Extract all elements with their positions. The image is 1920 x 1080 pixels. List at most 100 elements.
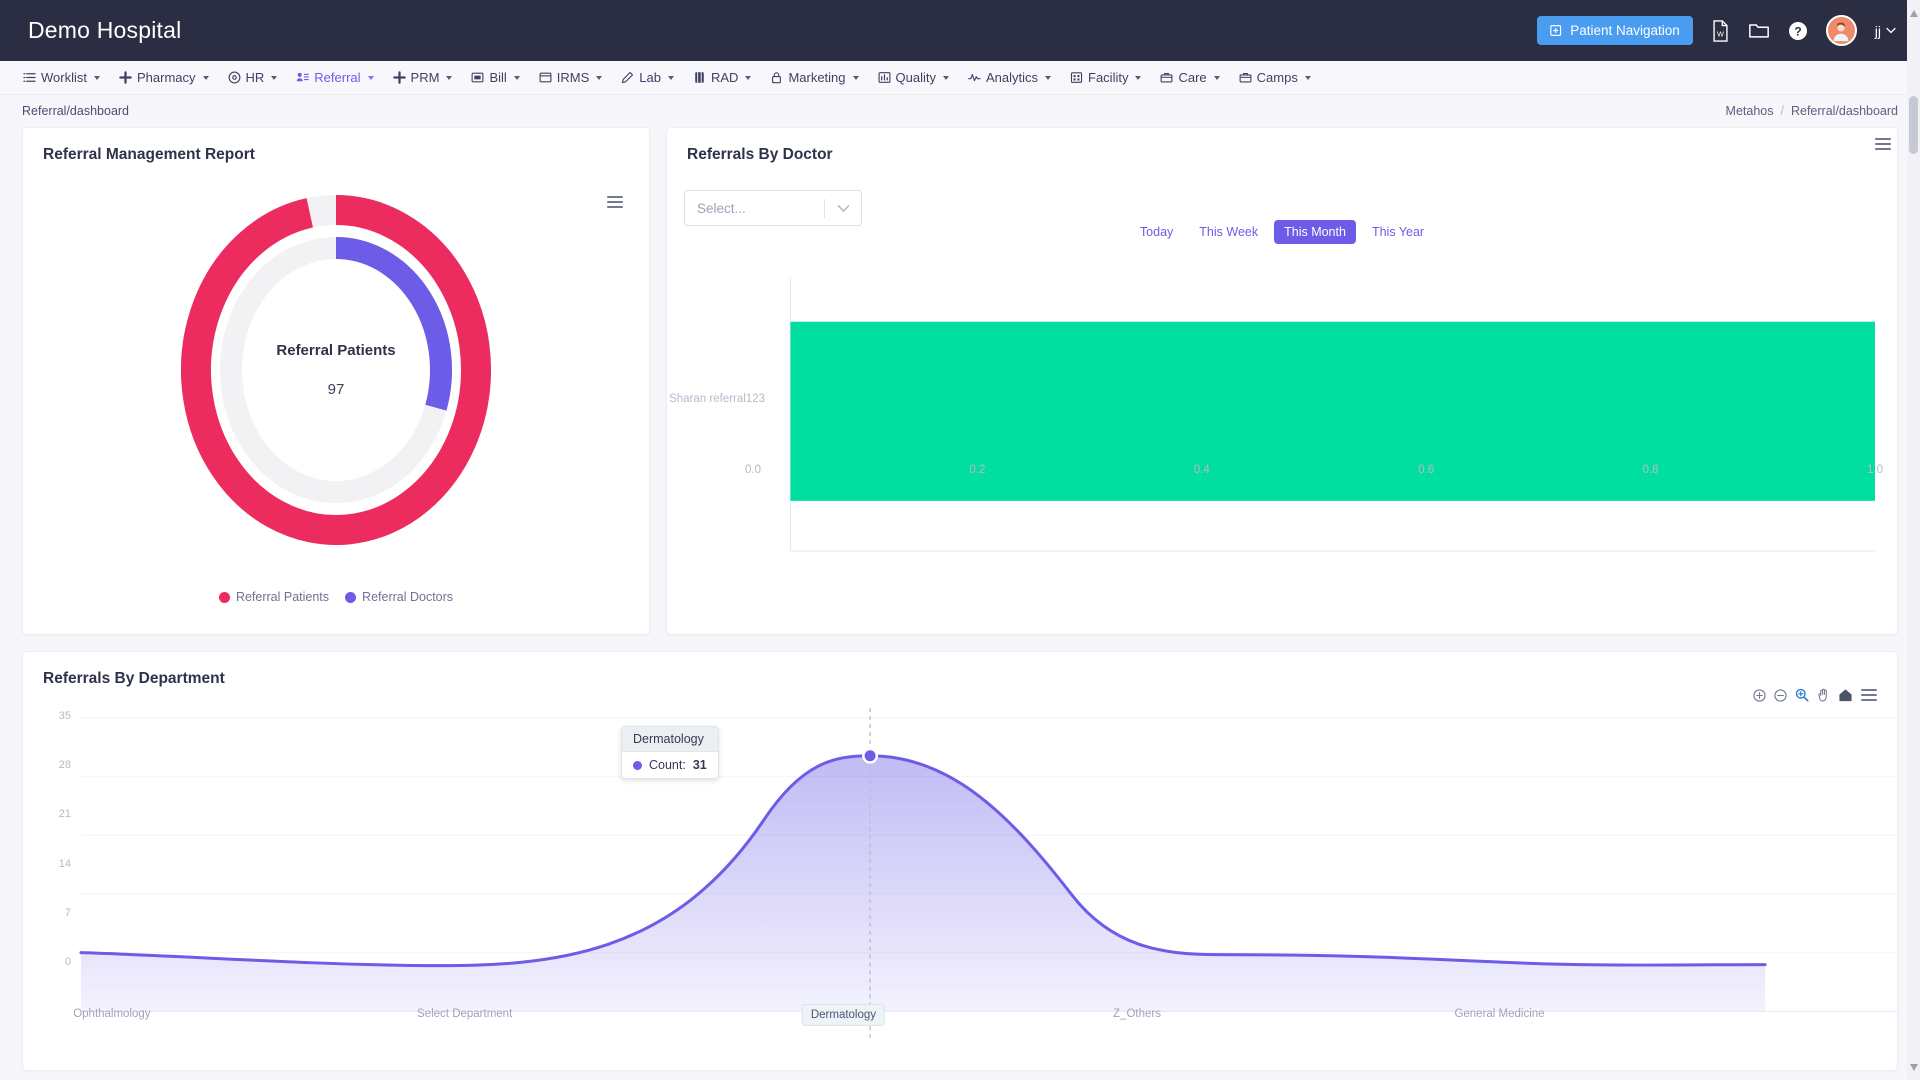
- folder-icon[interactable]: [1748, 21, 1770, 40]
- area-ytick: 14: [58, 857, 71, 870]
- nav-item-label: Analytics: [985, 70, 1039, 85]
- pan-icon[interactable]: [1817, 688, 1830, 702]
- area-ytick: 21: [58, 808, 71, 821]
- nav-item-label: Lab: [639, 70, 661, 85]
- app-brand-title: Demo Hospital: [28, 17, 182, 43]
- area-ytick: 0: [64, 956, 71, 968]
- nav-item-label: Worklist: [41, 70, 87, 85]
- time-filter-today[interactable]: Today: [1130, 220, 1183, 244]
- svg-text:?: ?: [1794, 24, 1801, 38]
- bar-chart-svg: [789, 276, 1875, 552]
- header-actions: Patient Navigation W ? jj: [1537, 15, 1896, 46]
- nav-item-irms[interactable]: IRMS: [530, 66, 612, 89]
- main-navigation: Worklist Pharmacy HR Referral PRM Bill IRMS Lab…: [0, 61, 1920, 95]
- breadcrumb: Metahos / Referral/dashboard: [1726, 104, 1898, 118]
- time-filter-this-month[interactable]: This Month: [1274, 220, 1356, 244]
- zoom-out-icon[interactable]: [1774, 688, 1787, 702]
- nav-item-label: PRM: [410, 70, 440, 85]
- nav-item-label: IRMS: [556, 70, 590, 85]
- chevron-down-icon: [271, 75, 278, 80]
- referrals-by-doctor-bar-chart: Sharan referral123 0.0 0.2 0.4 0.6 0.8 1.0: [667, 268, 1883, 624]
- chevron-down-icon[interactable]: [825, 204, 861, 213]
- nav-item-marketing[interactable]: Marketing: [761, 66, 867, 89]
- area-xtick: Z_Others: [1113, 1008, 1161, 1020]
- nav-item-facility[interactable]: Facility: [1061, 66, 1150, 89]
- chevron-down-icon: [1045, 75, 1052, 80]
- chevron-down-icon: [1304, 75, 1311, 80]
- scroll-down-arrow[interactable]: [1910, 1058, 1918, 1076]
- selection-zoom-icon[interactable]: [1795, 688, 1809, 702]
- donut-legend: Referral Patients Referral Doctors: [23, 590, 649, 604]
- dept-card-title: Referrals By Department: [43, 670, 225, 687]
- window-icon: [539, 71, 552, 84]
- bar-category-label: Sharan referral123: [669, 393, 765, 405]
- word-document-icon[interactable]: W: [1711, 19, 1730, 42]
- chart-box-icon: [878, 71, 891, 84]
- dashboard-row-bottom: Referrals By Department 35 28 21 14 7 0 …: [0, 635, 1920, 1071]
- help-circle-icon[interactable]: ?: [1788, 21, 1808, 41]
- scroll-up-arrow[interactable]: [1910, 4, 1918, 22]
- patient-navigation-button[interactable]: Patient Navigation: [1537, 16, 1693, 45]
- time-filter-this-week[interactable]: This Week: [1189, 220, 1268, 244]
- legend-item-referral-patients[interactable]: Referral Patients: [218, 590, 329, 604]
- chevron-down-icon: [446, 75, 453, 80]
- nav-item-pharmacy[interactable]: Pharmacy: [110, 66, 218, 89]
- scrollbar-thumb[interactable]: [1909, 96, 1918, 154]
- page-scrollbar[interactable]: [1907, 0, 1920, 1080]
- chevron-down-icon: [667, 75, 674, 80]
- bar-xtick: 0.6: [1418, 464, 1435, 476]
- pen-icon: [621, 71, 634, 84]
- patient-nav-icon: [1550, 24, 1563, 37]
- reset-home-icon[interactable]: [1838, 688, 1853, 702]
- nav-item-prm[interactable]: PRM: [384, 66, 462, 89]
- time-filter-this-year[interactable]: This Year: [1362, 220, 1434, 244]
- nav-item-analytics[interactable]: Analytics: [959, 66, 1060, 89]
- breadcrumb-separator: /: [1780, 104, 1784, 118]
- chevron-down-icon: [596, 75, 603, 80]
- chevron-down-icon: [367, 75, 374, 80]
- patient-navigation-label: Patient Navigation: [1570, 23, 1680, 38]
- plus-icon: [119, 71, 132, 84]
- legend-label: Referral Doctors: [362, 590, 454, 604]
- nav-item-hr[interactable]: HR: [219, 66, 287, 89]
- chevron-down-icon: [1886, 27, 1896, 34]
- username-label: jj: [1874, 22, 1881, 39]
- chevron-down-icon: [942, 75, 949, 80]
- zoom-in-icon[interactable]: [1753, 688, 1766, 702]
- user-list-icon: [296, 71, 310, 84]
- nav-item-label: Quality: [895, 70, 936, 85]
- chevron-down-icon: [202, 75, 209, 80]
- donut-center-label: Referral Patients: [276, 342, 396, 359]
- pulse-icon: [968, 71, 981, 84]
- top-header: Demo Hospital Patient Navigation W ? jj: [0, 0, 1920, 61]
- nav-item-worklist[interactable]: Worklist: [14, 66, 109, 89]
- donut-center-text: Referral Patients 97: [236, 342, 436, 398]
- user-menu[interactable]: jj: [1875, 23, 1896, 39]
- page-title: Referral/dashboard: [22, 104, 130, 118]
- user-avatar[interactable]: [1825, 15, 1857, 46]
- nav-item-label: HR: [245, 70, 265, 85]
- area-xtick: Ophthalmology: [73, 1008, 151, 1020]
- at-circle-icon: [228, 71, 241, 84]
- nav-item-referral[interactable]: Referral: [287, 66, 382, 89]
- breadcrumb-root[interactable]: Metahos: [1726, 104, 1774, 118]
- briefcase-icon: [1239, 71, 1252, 84]
- nav-item-camps[interactable]: Camps: [1230, 66, 1320, 89]
- nav-item-rad[interactable]: RAD: [684, 66, 760, 89]
- area-chart-svg: [79, 708, 1897, 1043]
- nav-item-care[interactable]: Care: [1151, 66, 1228, 89]
- area-xtick: General Medicine: [1454, 1008, 1545, 1020]
- breadcrumb-current: Referral/dashboard: [1790, 104, 1898, 118]
- bar-xtick: 0.0: [745, 464, 761, 476]
- legend-item-referral-doctors[interactable]: Referral Doctors: [345, 590, 453, 604]
- hamburger-menu-icon[interactable]: [1875, 138, 1891, 150]
- area-fill: [80, 755, 1766, 1012]
- nav-item-lab[interactable]: Lab: [612, 66, 683, 89]
- bar-xaxis-labels: 0.0 0.2 0.4 0.6 0.8 1.0: [745, 464, 1883, 478]
- plus-icon: [392, 71, 406, 84]
- hamburger-menu-icon[interactable]: [1861, 689, 1877, 701]
- nav-item-quality[interactable]: Quality: [869, 66, 958, 89]
- nav-item-label: RAD: [710, 70, 739, 85]
- legend-color-dot: [218, 591, 230, 603]
- nav-item-bill[interactable]: Bill: [462, 66, 528, 89]
